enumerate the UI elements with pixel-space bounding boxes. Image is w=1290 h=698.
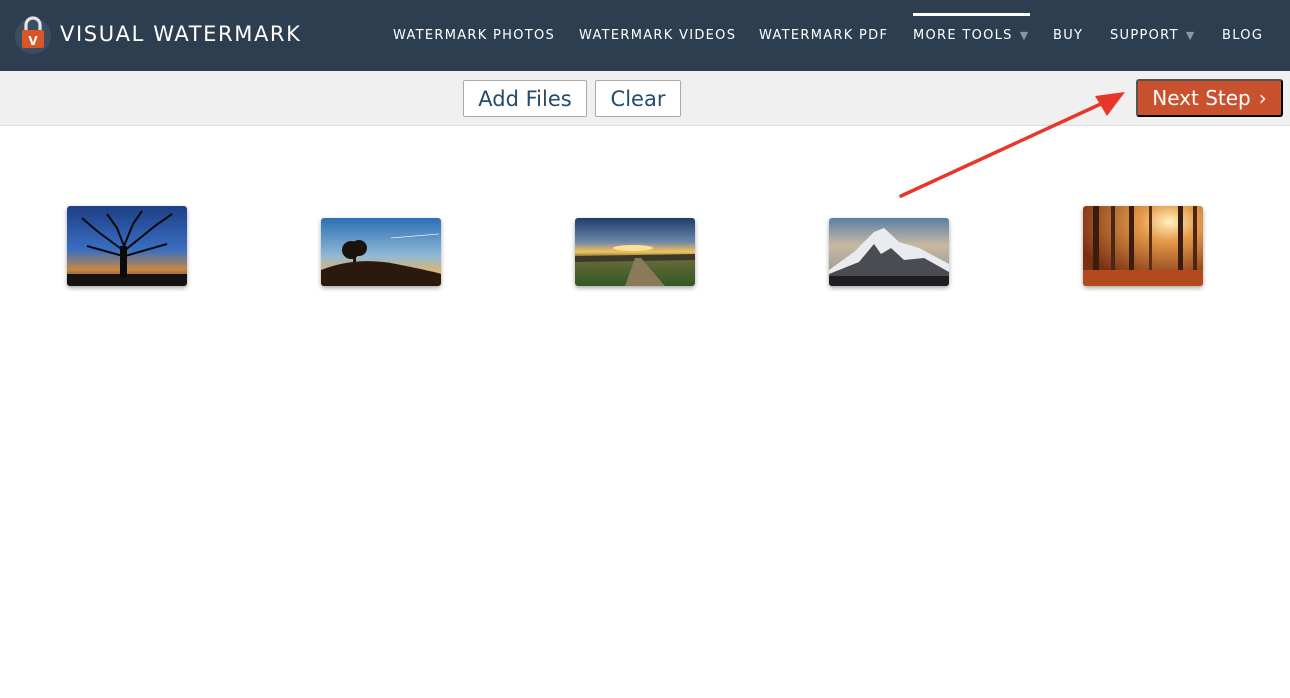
photo-sunset-field xyxy=(575,218,695,286)
nav-watermark-photos[interactable]: WATERMARK PHOTOS xyxy=(393,0,555,71)
chevron-right-icon: › xyxy=(1258,86,1267,110)
top-navigation-bar: V VISUAL WATERMARK WATERMARK PHOTOS WATE… xyxy=(0,0,1290,71)
nav-label: SUPPORT xyxy=(1110,28,1179,43)
padlock-logo-icon: V xyxy=(15,16,51,54)
nav-buy[interactable]: BUY xyxy=(1053,0,1083,71)
next-step-button[interactable]: Next Step › xyxy=(1136,79,1283,117)
nav-support[interactable]: SUPPORT ▼ xyxy=(1110,0,1196,71)
nav-blog[interactable]: BLOG xyxy=(1222,0,1263,71)
image-thumbnail-autumn-forest[interactable] xyxy=(1083,206,1203,286)
next-step-label: Next Step xyxy=(1152,86,1251,110)
caret-down-icon: ▼ xyxy=(1019,29,1030,42)
image-thumbnail-tree-silhouette[interactable] xyxy=(67,206,187,286)
nav-label: BUY xyxy=(1053,28,1084,43)
image-thumbnail-snowy-mountain[interactable] xyxy=(829,218,949,286)
photo-hill-tree xyxy=(321,218,441,286)
nav-watermark-videos[interactable]: WATERMARK VIDEOS xyxy=(579,0,736,71)
brand-logo[interactable]: V VISUAL WATERMARK xyxy=(14,14,302,54)
image-thumbnail-hill-tree[interactable] xyxy=(321,218,441,286)
nav-watermark-pdf[interactable]: WATERMARK PDF xyxy=(759,0,888,71)
logo-letter: V xyxy=(28,34,38,48)
nav-more-tools[interactable]: MORE TOOLS ▼ xyxy=(913,0,1030,71)
brand-name: VISUAL WATERMARK xyxy=(60,22,302,46)
annotation-arrow-icon xyxy=(899,92,1125,198)
photo-snowy-mountain xyxy=(829,218,949,286)
photo-tree-silhouette xyxy=(67,206,187,286)
nav-label: WATERMARK PHOTOS xyxy=(393,28,556,43)
nav-label: WATERMARK VIDEOS xyxy=(579,28,737,43)
photo-autumn-forest xyxy=(1083,206,1203,286)
nav-label: WATERMARK PDF xyxy=(759,28,889,43)
caret-down-icon: ▼ xyxy=(1185,29,1196,42)
nav-label: BLOG xyxy=(1222,28,1264,43)
clear-button[interactable]: Clear xyxy=(595,80,681,117)
image-thumbnail-sunset-field[interactable] xyxy=(575,218,695,286)
nav-label: MORE TOOLS xyxy=(913,28,1013,43)
add-files-button[interactable]: Add Files xyxy=(463,80,587,117)
